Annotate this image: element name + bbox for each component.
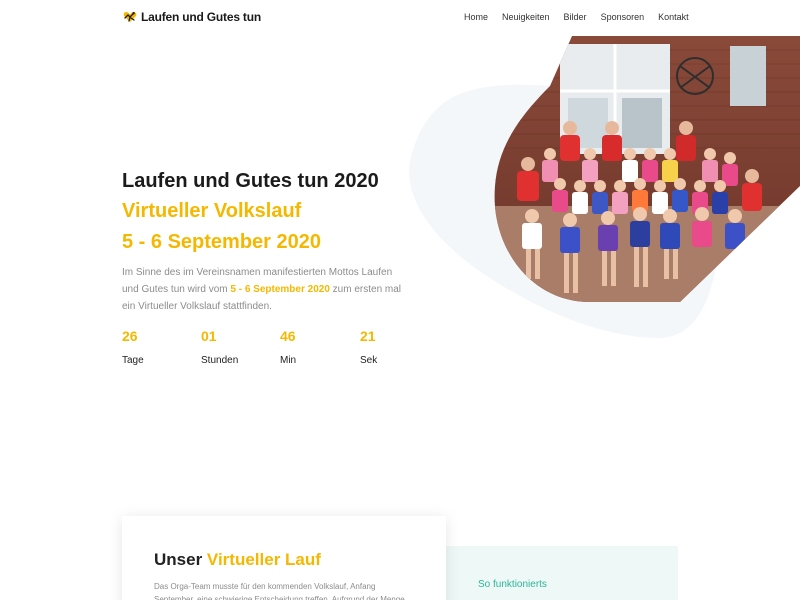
- countdown: 26 Tage 01 Stunden 46 Min 21 Sek: [122, 328, 442, 372]
- countdown-minutes: 46 Min: [280, 328, 350, 366]
- hero-title: Laufen und Gutes tun 2020: [122, 170, 379, 192]
- how-it-works-panel: [446, 546, 678, 600]
- virtual-run-title-plain: Unser: [154, 550, 207, 569]
- hero-description-date: 5 - 6 September 2020: [230, 284, 330, 295]
- brand-logo-link[interactable]: Laufen und Gutes tun: [122, 10, 261, 24]
- virtual-run-card: Unser Virtueller Lauf Das Orga-Team muss…: [122, 516, 446, 600]
- virtual-run-text: Das Orga-Team musste für den kommenden V…: [154, 582, 405, 600]
- how-it-works-title: So funktionierts: [478, 579, 547, 590]
- countdown-days-value: 26: [122, 328, 138, 344]
- main-nav: Home Neuigkeiten Bilder Sponsoren Kontak…: [464, 12, 689, 22]
- countdown-seconds: 21 Sek: [360, 328, 430, 366]
- countdown-days-label: Tage: [122, 355, 144, 366]
- hero-description: Im Sinne des im Vereinsnamen manifestier…: [122, 264, 402, 315]
- nav-item-home[interactable]: Home: [464, 12, 488, 22]
- hero-group-photo: [494, 36, 800, 302]
- nav-item-bilder[interactable]: Bilder: [564, 12, 587, 22]
- countdown-hours-value: 01: [201, 328, 217, 344]
- countdown-minutes-value: 46: [280, 328, 296, 344]
- hero-subtitle-date: 5 - 6 September 2020: [122, 231, 321, 253]
- countdown-seconds-value: 21: [360, 328, 376, 344]
- countdown-days: 26 Tage: [122, 328, 192, 366]
- virtual-run-title: Unser Virtueller Lauf: [154, 550, 321, 570]
- countdown-hours-label: Stunden: [201, 355, 239, 366]
- countdown-minutes-label: Min: [280, 355, 297, 366]
- heart-runner-icon: [123, 12, 137, 22]
- nav-item-kontakt: Kontakt: [658, 12, 689, 22]
- countdown-hours: 01 Stunden: [201, 328, 271, 366]
- nav-item-neuigkeiten[interactable]: Neuigkeiten: [502, 12, 550, 22]
- hero-subtitle-event: Virtueller Volkslauf: [122, 200, 302, 222]
- virtual-run-title-accent: Virtueller Lauf: [206, 550, 321, 569]
- brand-name: Laufen und Gutes tun: [141, 10, 261, 24]
- countdown-seconds-label: Sek: [360, 355, 378, 366]
- site-header: Laufen und Gutes tun Home Neuigkeiten Bi…: [0, 0, 800, 36]
- nav-item-sponsoren[interactable]: Sponsoren: [601, 12, 645, 22]
